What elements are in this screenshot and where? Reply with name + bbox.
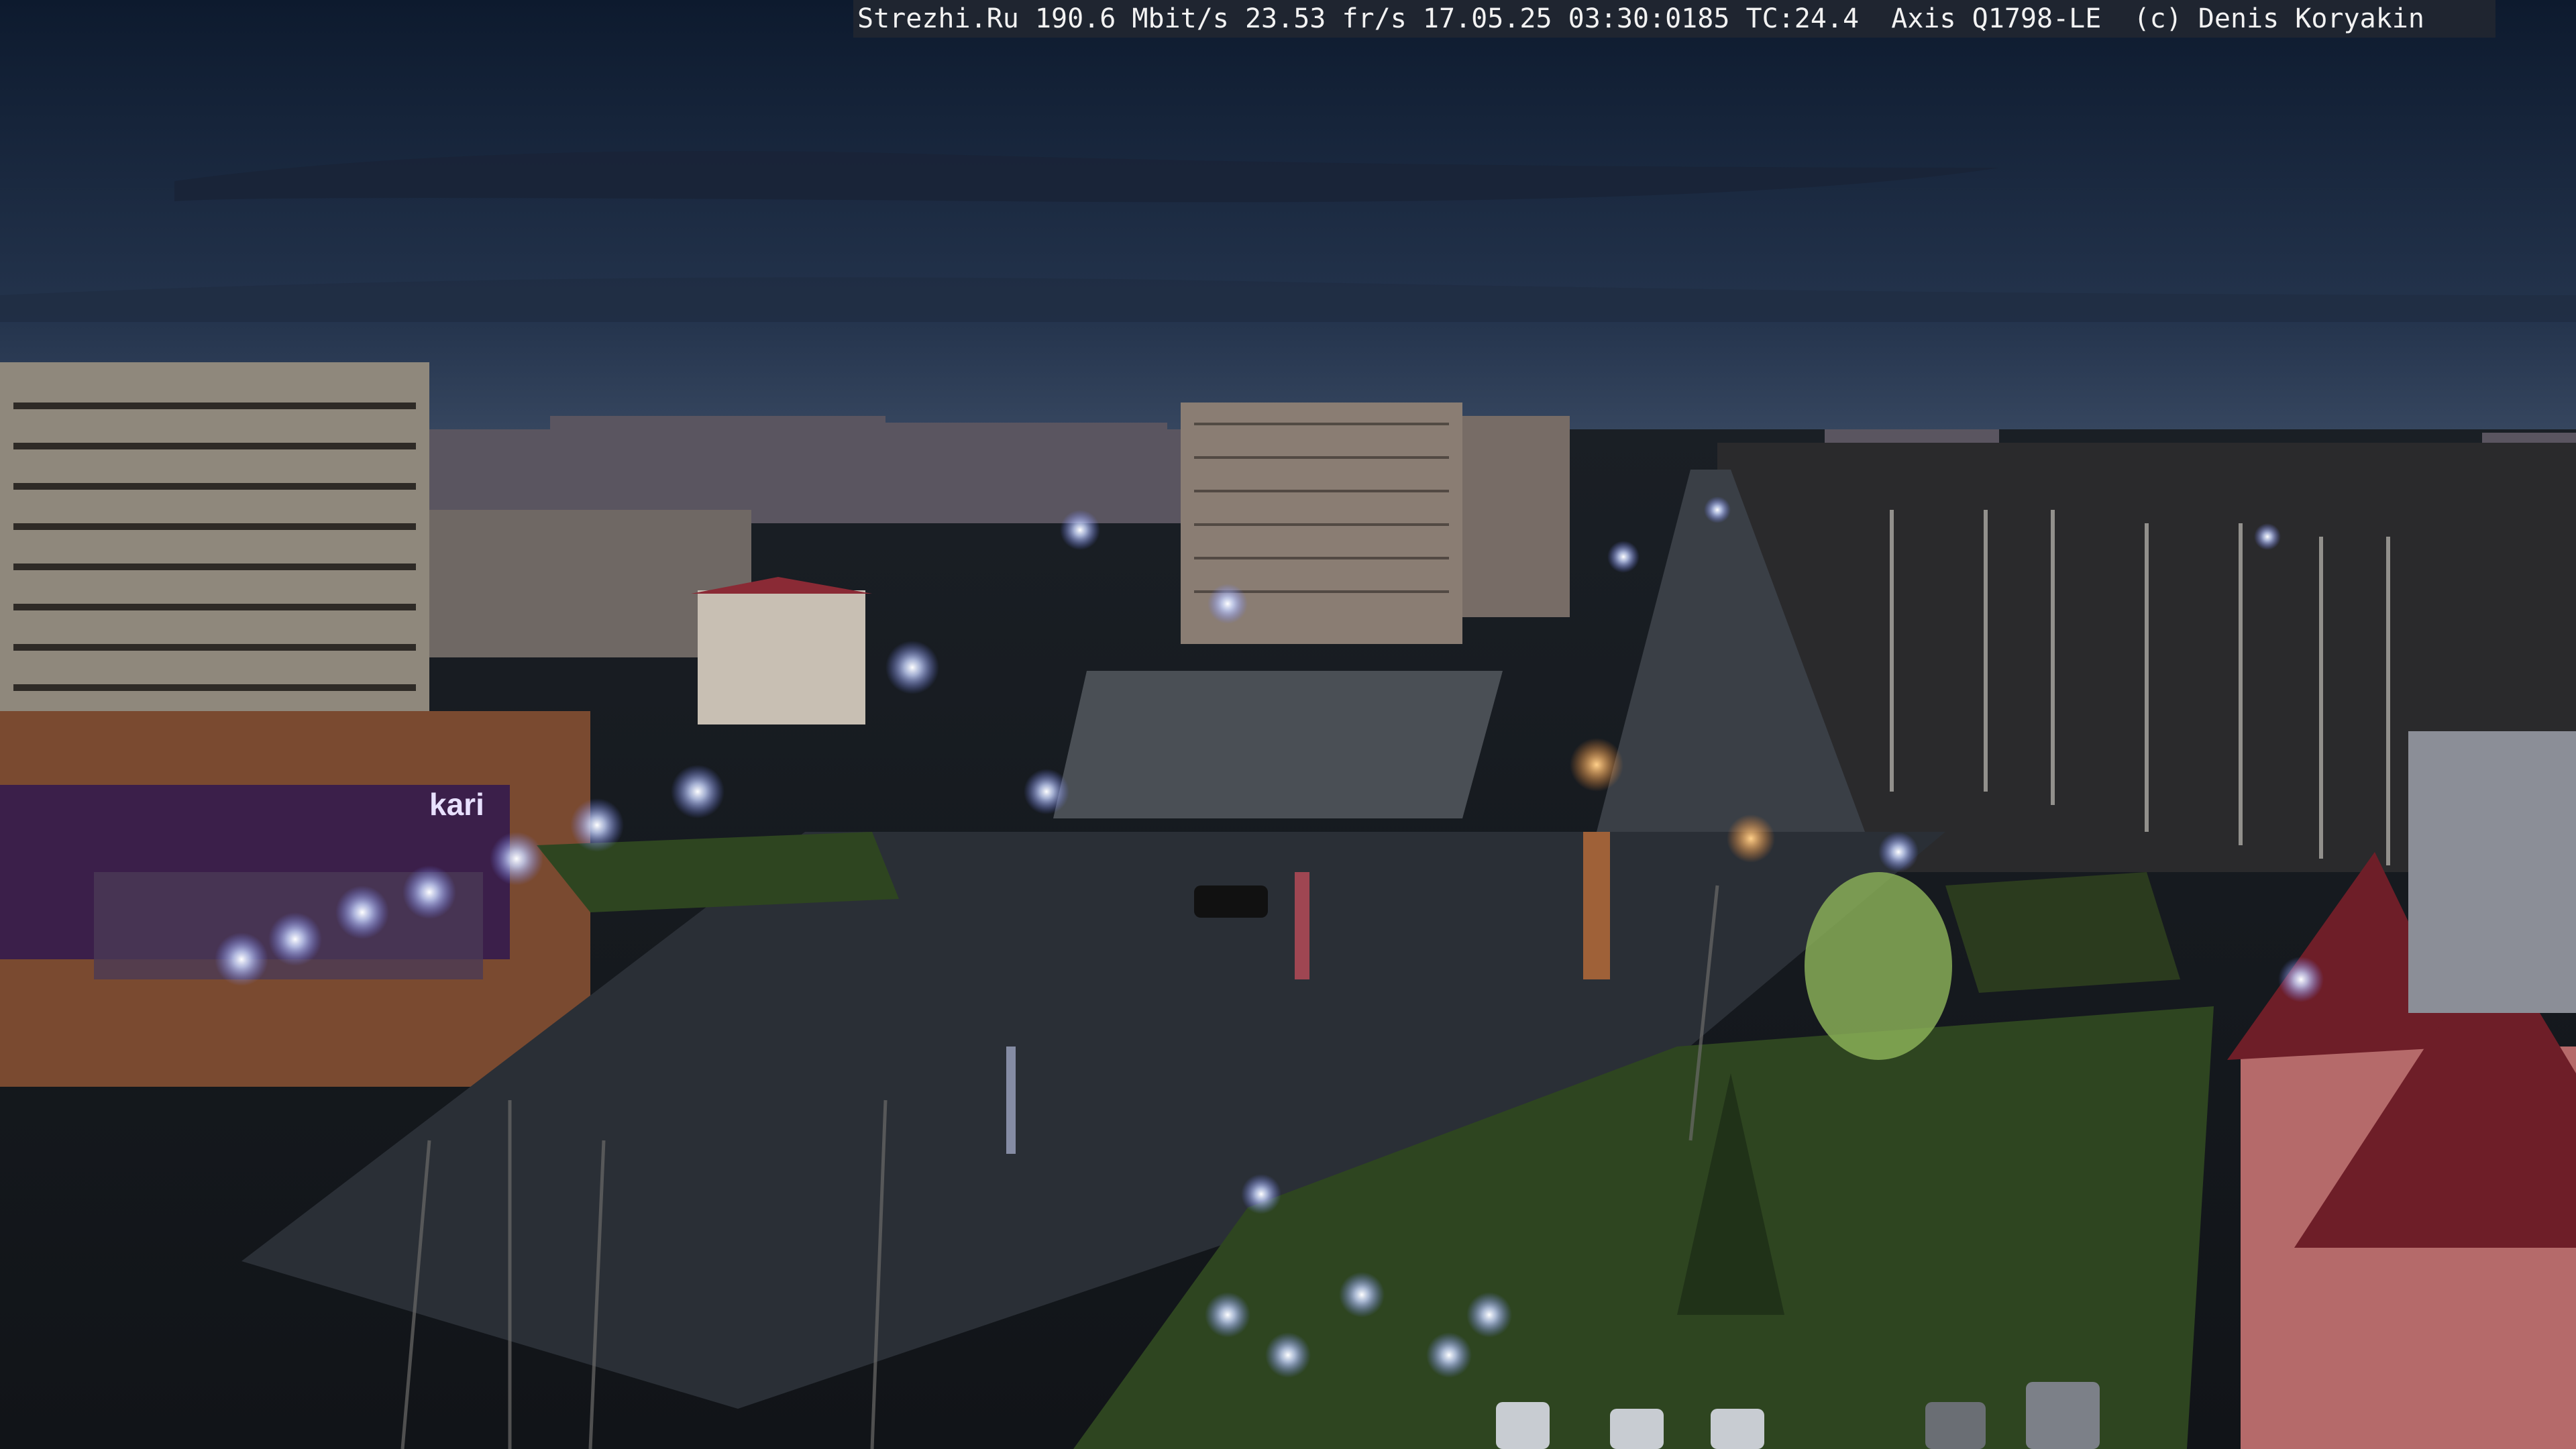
camera-overlay-caption: Strezhi.Ru 190.6 Mbit/s 23.53 fr/s 17.05… [853,0,2496,38]
parking-plaza [1053,671,1503,818]
store-logo: kari [429,787,484,822]
apartment-block-right [1462,416,1570,617]
green-tree [1805,872,1952,1060]
red-roof-house [698,590,865,724]
lawn-center [1945,872,2180,993]
moving-car [1194,885,1268,918]
right-building [2408,731,2576,1013]
webcam-scene: kari [0,0,2576,1449]
